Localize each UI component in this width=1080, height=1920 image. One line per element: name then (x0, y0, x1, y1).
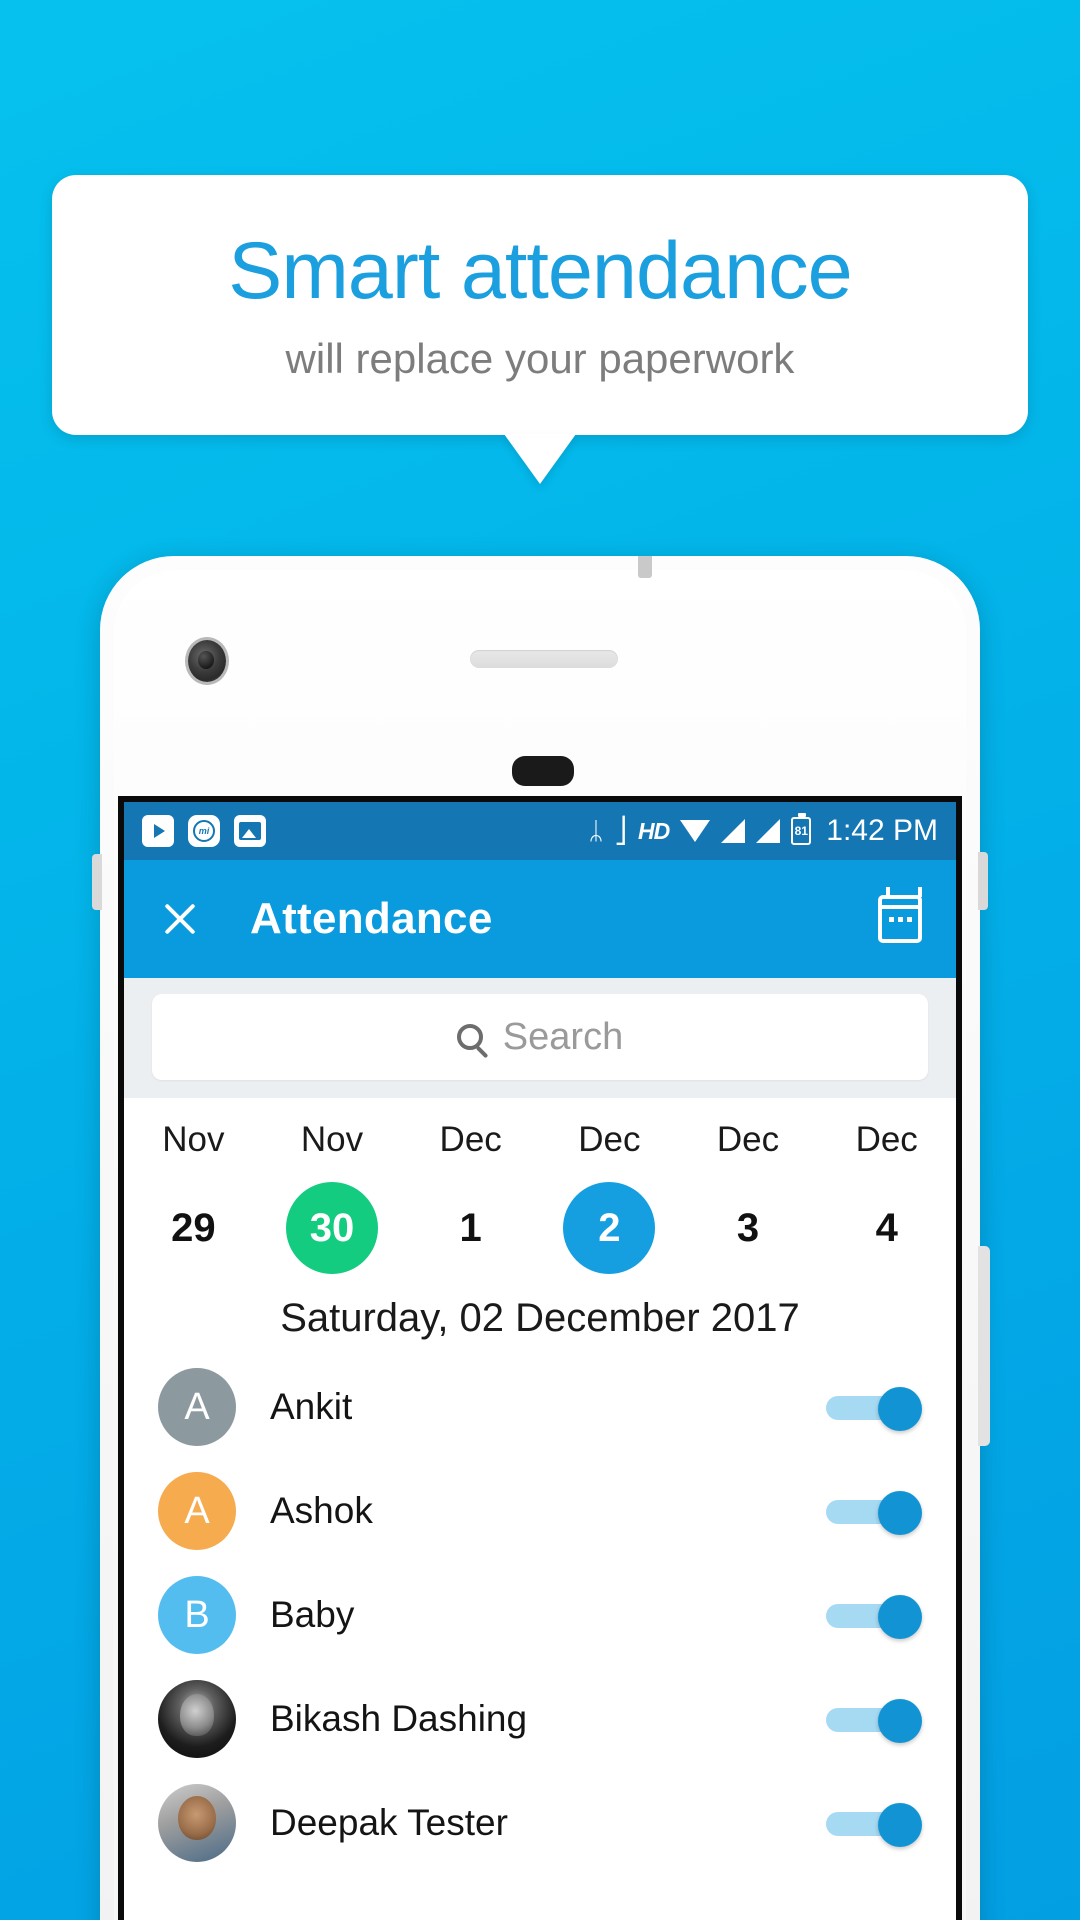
date-cell-3[interactable]: Dec 2 (540, 1120, 679, 1274)
vibrate-icon: ⎦ (614, 816, 628, 845)
promo-title: Smart attendance (228, 225, 852, 316)
avatar: A (158, 1472, 236, 1550)
avatar: A (158, 1368, 236, 1446)
person-name: Ashok (270, 1490, 373, 1531)
toggle-knob (878, 1803, 922, 1847)
wifi-icon (680, 820, 711, 842)
date-month-label: Dec (578, 1120, 641, 1159)
attendance-toggle[interactable] (826, 1491, 922, 1535)
date-month-label: Nov (162, 1120, 225, 1159)
date-day-number: 3 (736, 1205, 760, 1250)
list-item[interactable]: A Ashok (124, 1459, 956, 1563)
attendance-toggle[interactable] (826, 1803, 922, 1847)
date-strip: Nov 29 Nov 30 Dec 1 Dec 2 Dec 3 Dec 4 (124, 1098, 956, 1278)
youtube-play-icon (142, 815, 174, 847)
toggle-knob (878, 1699, 922, 1743)
status-bar-system-icons: ᛦ ⎦ HD 81 1:42 PM (588, 813, 938, 848)
search-placeholder: Search (502, 1015, 624, 1058)
promo-screenshot: Smart attendance will replace your paper… (0, 0, 1080, 1920)
avatar-photo (158, 1680, 236, 1758)
attendance-list: A Ankit A Ashok B Baby Bikash Dashing De… (124, 1355, 956, 1875)
promo-banner: Smart attendance will replace your paper… (52, 175, 1028, 435)
date-month-label: Dec (439, 1120, 502, 1159)
date-day-number: 4 (875, 1205, 898, 1250)
person-name: Baby (270, 1594, 355, 1635)
attendance-toggle[interactable] (826, 1387, 922, 1431)
hd-voice-icon: HD (638, 817, 670, 844)
person-name: Ankit (270, 1386, 353, 1427)
avatar-photo (158, 1784, 236, 1862)
status-bar-notifications: mi (142, 815, 266, 847)
promo-banner-tail (504, 434, 576, 484)
date-month-label: Nov (300, 1120, 364, 1159)
person-name: Bikash Dashing (270, 1698, 528, 1739)
phone-screen: mi ᛦ ⎦ HD 81 1:42 PM Attendance Search N… (118, 796, 962, 1920)
toggle-knob (878, 1491, 922, 1535)
phone-power-button (978, 852, 988, 910)
date-cell-0[interactable]: Nov 29 (124, 1120, 263, 1274)
calendar-icon[interactable] (878, 887, 922, 943)
list-item[interactable]: B Baby (124, 1563, 956, 1667)
app-bar: Attendance (124, 860, 956, 978)
gallery-image-icon (234, 815, 266, 847)
toggle-knob (878, 1387, 922, 1431)
date-day-number: 1 (459, 1205, 482, 1250)
battery-icon: 81 (791, 813, 812, 845)
promo-subtitle: will replace your paperwork (285, 334, 795, 382)
selected-date-label: Saturday, 02 December 2017 (124, 1278, 956, 1355)
bluetooth-icon: ᛦ (588, 816, 604, 845)
list-item[interactable]: Deepak Tester (124, 1771, 956, 1875)
date-day-number-today: 30 (286, 1182, 378, 1274)
list-item[interactable]: A Ankit (124, 1355, 956, 1459)
page-title: Attendance (250, 894, 493, 943)
mi-sync-icon: mi (188, 815, 220, 847)
proximity-sensor (512, 756, 574, 786)
earpiece-speaker (470, 650, 618, 668)
phone-volume-button (92, 854, 102, 910)
signal-sim2-icon (756, 819, 781, 843)
attendance-toggle[interactable] (826, 1595, 922, 1639)
date-day-number-selected: 2 (563, 1182, 656, 1274)
phone-device: mi ᛦ ⎦ HD 81 1:42 PM Attendance Search N… (92, 556, 990, 1920)
date-cell-5[interactable]: Dec 4 (817, 1120, 956, 1274)
attendance-toggle[interactable] (826, 1699, 922, 1743)
search-input[interactable]: Search (152, 994, 928, 1080)
search-icon (456, 1024, 483, 1050)
avatar: B (158, 1576, 236, 1654)
date-month-label: Dec (716, 1120, 780, 1159)
date-month-label: Dec (855, 1120, 918, 1159)
phone-side-button (978, 1246, 990, 1446)
status-bar-clock: 1:42 PM (826, 814, 938, 847)
toggle-knob (878, 1595, 922, 1639)
signal-sim1-icon (721, 819, 746, 843)
phone-antenna-strip (638, 556, 652, 578)
front-camera-icon (188, 640, 226, 682)
status-bar: mi ᛦ ⎦ HD 81 1:42 PM (124, 802, 956, 860)
list-item[interactable]: Bikash Dashing (124, 1667, 956, 1771)
date-cell-2[interactable]: Dec 1 (401, 1120, 540, 1274)
person-name: Deepak Tester (270, 1802, 508, 1843)
date-cell-4[interactable]: Dec 3 (679, 1120, 818, 1274)
close-icon[interactable] (158, 897, 202, 941)
date-cell-1[interactable]: Nov 30 (263, 1120, 402, 1274)
date-day-number: 29 (171, 1205, 216, 1250)
search-bar-container: Search (124, 978, 956, 1098)
